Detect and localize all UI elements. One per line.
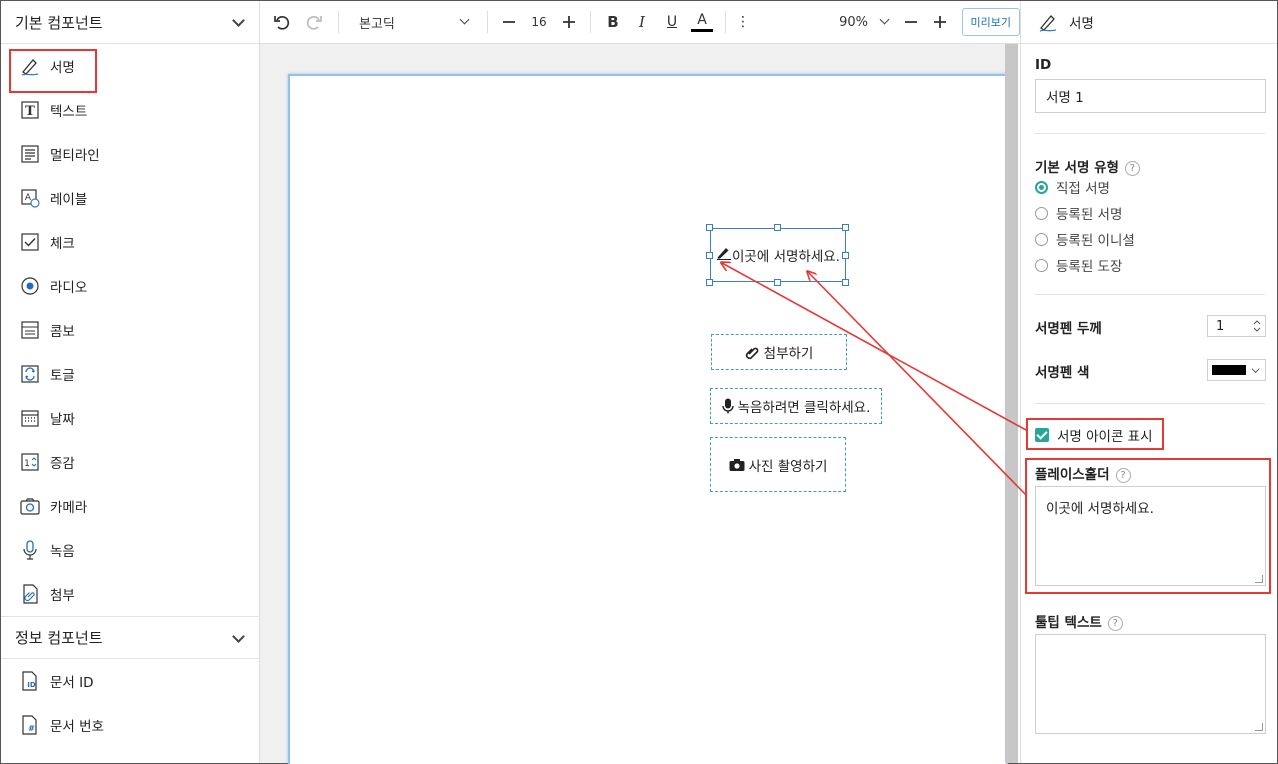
annotation-arrow-placeholder [808, 272, 1027, 496]
annotation-arrow-icon [722, 263, 1027, 431]
annotation-arrows [0, 0, 1027, 496]
